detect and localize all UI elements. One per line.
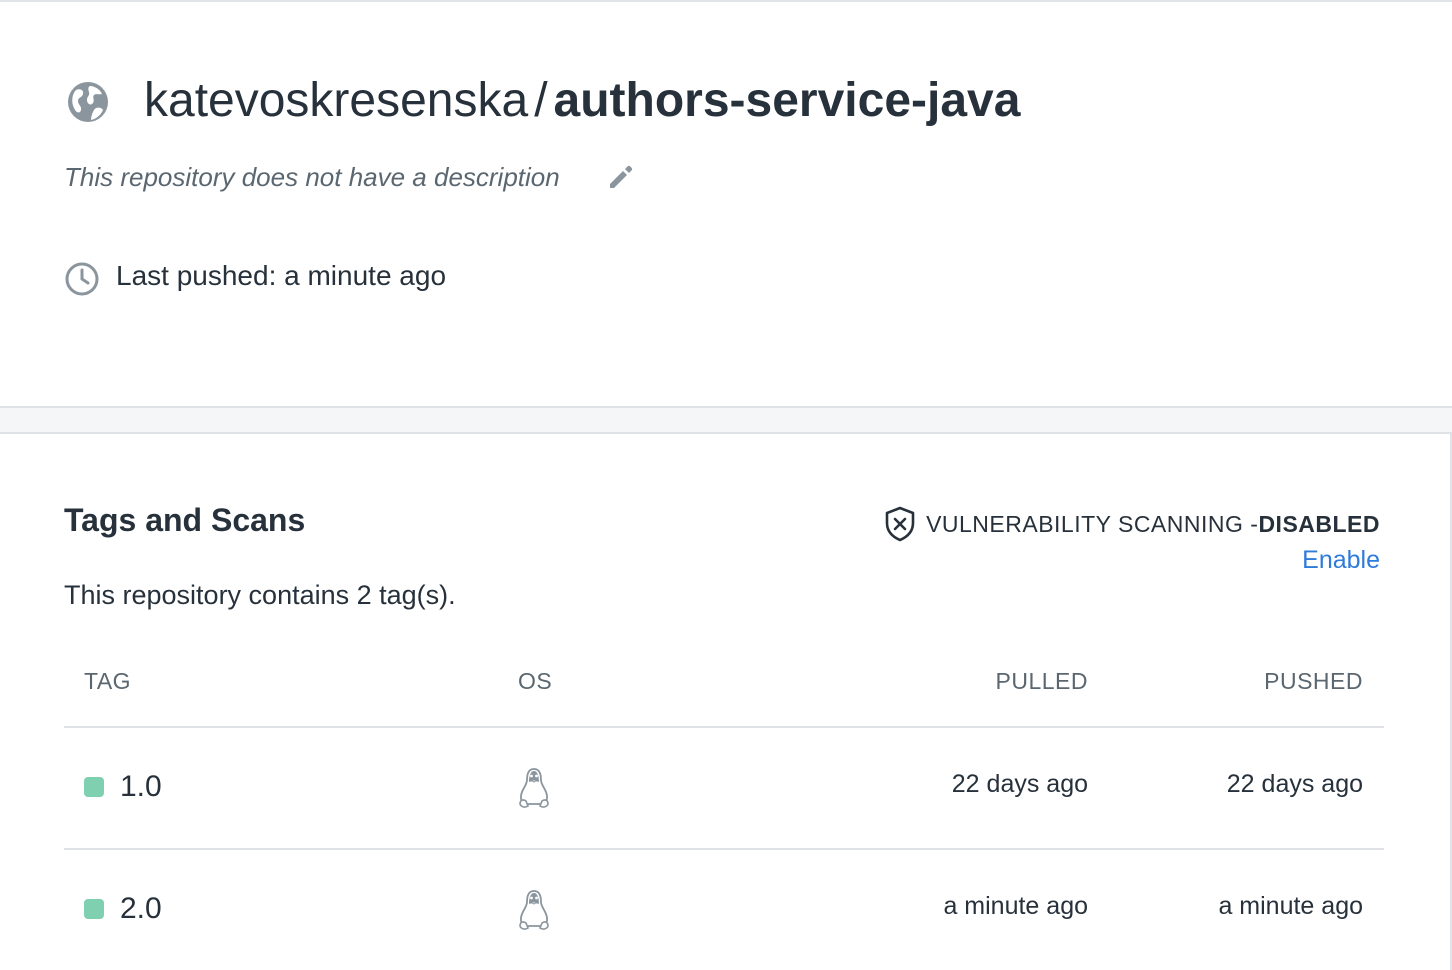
tags-table: TAG OS PULLED PUSHED 1.0 22 days ago 22 … bbox=[64, 644, 1384, 970]
tag-status-indicator bbox=[84, 777, 104, 797]
repo-owner[interactable]: katevoskresenska bbox=[144, 74, 528, 127]
pulled-cell: 22 days ago bbox=[951, 770, 1088, 798]
table-row[interactable]: 2.0 a minute ago a minute ago bbox=[64, 850, 1384, 970]
pulled-cell: a minute ago bbox=[943, 892, 1088, 920]
section-divider bbox=[0, 406, 1452, 434]
repo-header: katevoskresenska / authors-service-java Th… bbox=[0, 0, 1452, 406]
linux-icon bbox=[519, 768, 549, 808]
column-header-os[interactable]: OS bbox=[518, 668, 552, 695]
tags-and-scans-section: Tags and Scans This repository contains … bbox=[0, 434, 1452, 970]
table-header: TAG OS PULLED PUSHED bbox=[64, 644, 1384, 728]
table-row[interactable]: 1.0 22 days ago 22 days ago bbox=[64, 728, 1384, 850]
vulnerability-label: VULNERABILITY SCANNING - bbox=[926, 510, 1259, 537]
pencil-icon[interactable] bbox=[606, 162, 636, 192]
tag-count-text: This repository contains 2 tag(s). bbox=[64, 580, 456, 610]
pushed-cell: 22 days ago bbox=[1226, 770, 1363, 798]
pushed-cell: a minute ago bbox=[1218, 892, 1363, 920]
tag-cell: 1.0 bbox=[84, 770, 162, 804]
repo-separator: / bbox=[534, 74, 548, 127]
globe-icon bbox=[68, 82, 108, 122]
shield-x-icon bbox=[885, 506, 915, 542]
repository-page: katevoskresenska / authors-service-java Th… bbox=[0, 0, 1452, 970]
linux-icon bbox=[519, 890, 549, 930]
column-header-pulled[interactable]: PULLED bbox=[996, 668, 1088, 695]
repo-description: This repository does not have a descript… bbox=[64, 162, 560, 192]
repo-name: authors-service-java bbox=[553, 74, 1021, 127]
section-title: Tags and Scans bbox=[64, 502, 306, 538]
tag-name[interactable]: 1.0 bbox=[120, 770, 162, 804]
enable-scanning-link[interactable]: Enable bbox=[884, 546, 1380, 575]
last-pushed-text: Last pushed: a minute ago bbox=[116, 260, 447, 291]
vulnerability-scanning-status: VULNERABILITY SCANNING - DISABLED Enable bbox=[884, 506, 1380, 575]
tag-cell: 2.0 bbox=[84, 892, 162, 926]
tag-status-indicator bbox=[84, 899, 104, 919]
column-header-pushed[interactable]: PUSHED bbox=[1264, 668, 1363, 695]
repo-title: katevoskresenska / authors-service-java bbox=[144, 70, 1020, 132]
tag-name[interactable]: 2.0 bbox=[120, 892, 162, 926]
column-header-tag[interactable]: TAG bbox=[84, 668, 131, 695]
vulnerability-status: DISABLED bbox=[1258, 510, 1380, 537]
clock-icon bbox=[65, 262, 99, 296]
